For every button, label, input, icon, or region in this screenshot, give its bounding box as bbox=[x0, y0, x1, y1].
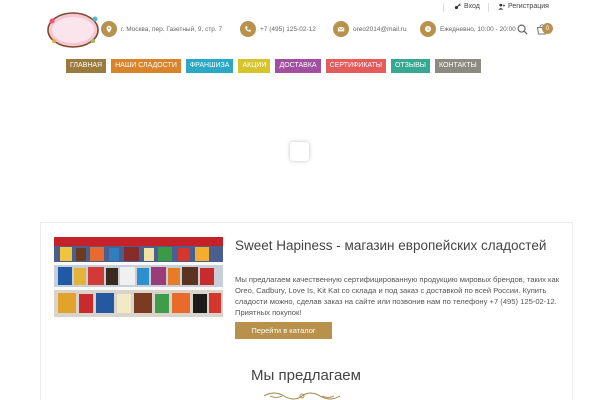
sweet-happiness-logo[interactable] bbox=[46, 11, 100, 49]
cart-count-badge: 0 bbox=[542, 23, 553, 34]
search-icon[interactable] bbox=[517, 24, 528, 35]
phone-text[interactable]: +7 (495) 125-02-12 bbox=[260, 26, 316, 33]
store-shelves-photo bbox=[54, 237, 223, 317]
ornament-divider bbox=[263, 392, 341, 400]
header-email: oreo2014@mail.ru bbox=[333, 21, 407, 37]
register-label: Регистрация bbox=[508, 3, 549, 10]
clock-icon bbox=[420, 21, 436, 37]
nav-item-7[interactable]: Контакты bbox=[434, 59, 481, 73]
phone-icon bbox=[240, 21, 256, 37]
login-label: Вход bbox=[464, 3, 480, 10]
nav-item-6[interactable]: Отзывы bbox=[391, 59, 430, 73]
nav-item-0[interactable]: Главная bbox=[66, 59, 107, 73]
about-title: Sweet Hapiness - магазин европейских сла… bbox=[235, 238, 547, 253]
header-phone: +7 (495) 125-02-12 bbox=[240, 21, 316, 37]
map-pin-icon bbox=[101, 21, 117, 37]
register-link[interactable]: Регистрация bbox=[498, 3, 549, 10]
hours-text: Ежедневно, 10:00 - 20:00 bbox=[440, 25, 516, 33]
header-hours: Ежедневно, 10:00 - 20:00 bbox=[420, 21, 516, 37]
about-description: Мы предлагаем качественную сертифицирова… bbox=[235, 275, 560, 317]
mail-icon bbox=[333, 21, 349, 37]
header-address: г. Москва, пер. Газетный, 9, стр. 7 bbox=[101, 21, 222, 37]
nav-item-5[interactable]: Сертификаты bbox=[325, 59, 387, 73]
slider-loading-indicator bbox=[290, 142, 309, 161]
nav-item-2[interactable]: Франшиза bbox=[185, 59, 234, 73]
email-text[interactable]: oreo2014@mail.ru bbox=[353, 26, 407, 33]
section-title-offer: Мы предлагаем bbox=[251, 367, 361, 384]
main-navigation: Главная Наши сладости Франшиза Акции Доставк… bbox=[66, 59, 481, 73]
go-to-catalog-button[interactable]: Перейти в каталог bbox=[235, 322, 332, 339]
login-link[interactable]: Вход bbox=[454, 3, 480, 10]
nav-item-4[interactable]: Доставка bbox=[275, 59, 321, 73]
key-icon bbox=[454, 3, 461, 10]
user-plus-icon bbox=[498, 3, 505, 10]
nav-item-1[interactable]: Наши сладости bbox=[111, 59, 181, 73]
nav-item-3[interactable]: Акции bbox=[238, 59, 271, 73]
divider bbox=[443, 3, 444, 12]
address-text: г. Москва, пер. Газетный, 9, стр. 7 bbox=[121, 25, 223, 33]
divider bbox=[488, 3, 489, 12]
